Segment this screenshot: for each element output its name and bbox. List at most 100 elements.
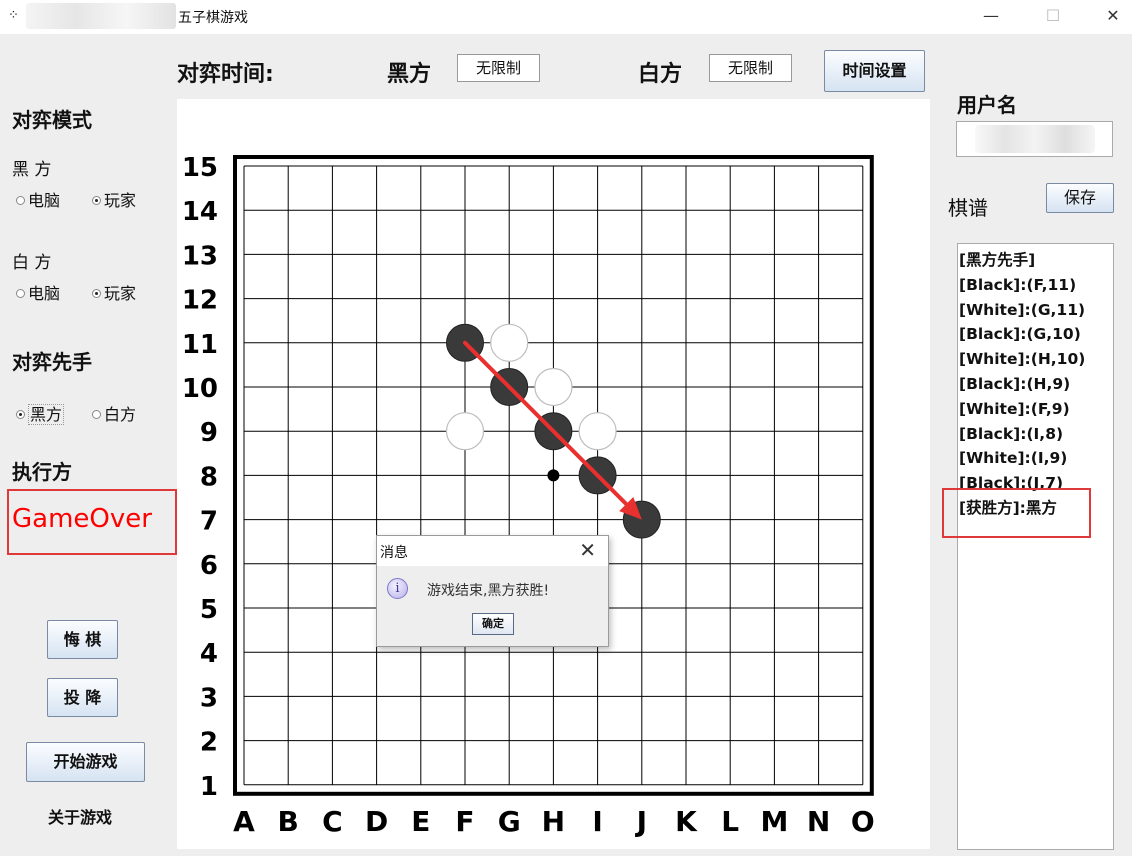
title-bar: ⁘ 五子棋游戏 — ☐ ✕ [0, 0, 1132, 34]
dialog-ok-button[interactable]: 确定 [472, 613, 514, 635]
row-label: 9 [200, 418, 218, 448]
black-radio-computer[interactable]: 电脑 [16, 187, 60, 211]
column-label: E [411, 805, 430, 838]
radio-label: 电脑 [28, 191, 61, 210]
column-label: F [455, 805, 474, 838]
first-radio-white[interactable]: 白方 [92, 401, 136, 425]
record-entry: [White]:(I,9) [959, 449, 1068, 468]
column-label: A [233, 805, 255, 838]
dialog-title: 消息 [380, 545, 408, 561]
close-window-button[interactable]: ✕ [1090, 0, 1132, 34]
row-label: 4 [200, 639, 218, 669]
row-label: 12 [182, 286, 218, 316]
row-label: 7 [200, 507, 218, 537]
row-label: 2 [200, 728, 218, 758]
record-entry: [Black]:(F,11) [959, 275, 1077, 294]
white-stone [445, 412, 485, 451]
radio-label: 黑方 [28, 404, 65, 425]
message-dialog: 消息 ✕ i 游戏结束,黑方获胜! 确定 [376, 535, 609, 647]
column-label: I [592, 805, 602, 838]
game-record-list[interactable]: [黑方先手] [Black]:(F,11) [White]:(G,11) [Black… [957, 243, 1114, 850]
record-entry: [Black]:(G,10) [959, 325, 1081, 344]
first-move-title: 对弈先手 [12, 350, 92, 374]
maximize-button[interactable]: ☐ [1030, 0, 1076, 34]
column-label: B [278, 805, 299, 838]
white-radio-player[interactable]: 玩家 [92, 280, 136, 304]
white-radio-computer[interactable]: 电脑 [16, 280, 60, 304]
row-label: 13 [182, 241, 218, 271]
white-stone [578, 412, 617, 451]
white-stone [490, 323, 529, 362]
window-title: 五子棋游戏 [178, 10, 248, 26]
undo-button[interactable]: 悔 棋 [47, 620, 118, 659]
radio-indicator [16, 196, 25, 205]
dialog-message: 游戏结束,黑方获胜! [427, 583, 550, 599]
mode-title: 对弈模式 [12, 108, 92, 132]
username-label: 用户名 [957, 93, 1017, 117]
radio-label: 玩家 [104, 284, 137, 303]
white-time-label: 白方 [638, 62, 683, 87]
column-label: N [807, 805, 830, 838]
row-label: 10 [182, 374, 218, 404]
start-game-button[interactable]: 开始游戏 [26, 742, 145, 782]
column-label: J [635, 805, 647, 838]
time-label: 对弈时间: [177, 62, 274, 87]
column-label: M [760, 805, 788, 838]
turn-value: GameOver [12, 504, 152, 534]
star-point-marker [547, 469, 560, 482]
row-label: 8 [200, 462, 218, 492]
app-icon: ⁘ [8, 8, 19, 23]
info-icon: i [387, 578, 408, 599]
dialog-header: 消息 ✕ [377, 536, 608, 566]
record-entry: [黑方先手] [959, 251, 1036, 269]
record-entry: [White]:(H,10) [959, 350, 1086, 369]
white-mode-label: 白 方 [12, 253, 52, 273]
time-settings-button[interactable]: 时间设置 [824, 50, 925, 92]
row-label: 15 [182, 153, 218, 183]
white-stone [534, 367, 573, 407]
record-entry: [White]:(F,9) [959, 399, 1070, 418]
white-time-field[interactable]: 无限制 [709, 54, 792, 82]
black-mode-label: 黑 方 [12, 160, 52, 180]
minimize-button[interactable]: — [968, 0, 1014, 34]
column-label: O [851, 805, 875, 838]
radio-indicator [16, 289, 25, 298]
radio-indicator [16, 410, 25, 419]
column-label: L [721, 805, 739, 838]
record-entry: [White]:(G,11) [959, 300, 1086, 319]
gomoku-board[interactable]: 15 14 13 12 11 10 9 8 7 6 5 4 3 2 1A B C D E F G H I J K L M N O [177, 99, 930, 849]
about-game-link[interactable]: 关于游戏 [48, 804, 112, 828]
row-label: 5 [200, 595, 218, 625]
radio-label: 白方 [104, 405, 137, 424]
blurred-username [975, 125, 1095, 153]
record-label: 棋谱 [948, 196, 988, 220]
first-radio-black[interactable]: 黑方 [16, 401, 65, 425]
row-label: 3 [200, 683, 218, 713]
black-radio-player[interactable]: 玩家 [92, 187, 136, 211]
column-label: D [365, 805, 388, 838]
row-label: 11 [182, 330, 218, 360]
radio-label: 玩家 [104, 191, 137, 210]
surrender-button[interactable]: 投 降 [47, 678, 118, 717]
record-entry: [Black]:(H,9) [959, 374, 1071, 393]
save-record-button[interactable]: 保存 [1046, 183, 1114, 213]
radio-indicator [92, 289, 101, 298]
turn-title: 执行方 [12, 460, 72, 484]
black-time-label: 黑方 [387, 62, 432, 87]
username-field[interactable] [956, 121, 1113, 157]
winner-highlight-frame [942, 488, 1091, 538]
column-label: K [675, 805, 698, 838]
column-label: C [322, 805, 343, 838]
radio-indicator [92, 196, 101, 205]
record-entry: [Black]:(I,8) [959, 424, 1064, 443]
black-time-field[interactable]: 无限制 [457, 54, 540, 82]
row-label: 14 [182, 197, 218, 227]
row-label: 1 [200, 772, 218, 802]
row-label: 6 [200, 551, 218, 581]
radio-label: 电脑 [28, 284, 61, 303]
blurred-region [26, 3, 176, 29]
column-label: G [498, 805, 521, 838]
dialog-close-icon[interactable]: ✕ [579, 538, 596, 562]
column-label: H [542, 805, 565, 838]
board-panel: 15 14 13 12 11 10 9 8 7 6 5 4 3 2 1 A B C D E F G H I J K L M N O [177, 99, 930, 849]
